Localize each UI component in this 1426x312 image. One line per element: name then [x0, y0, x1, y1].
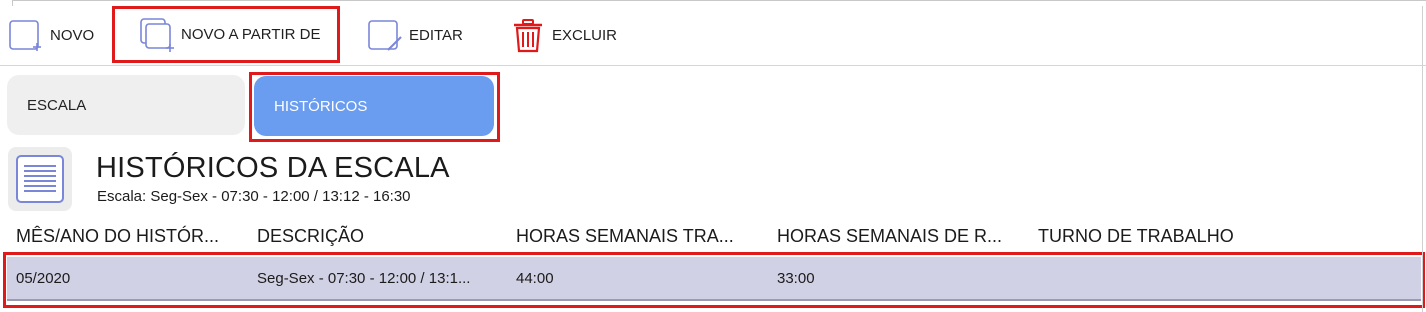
- list-document-icon: [8, 147, 72, 211]
- novo-label: NOVO: [50, 26, 95, 44]
- novo-button[interactable]: NOVO: [8, 6, 94, 64]
- cell-horas-r: 33:00: [777, 270, 815, 287]
- trash-icon: [510, 17, 546, 53]
- cell-horas-trabalho: 44:00: [516, 270, 554, 287]
- toolbar: NOVO NOVO A PARTIR DE EDITAR EXCLUIR: [0, 6, 1426, 66]
- column-header-descricao[interactable]: DESCRIÇÃO: [257, 226, 364, 247]
- novo-a-partir-de-button[interactable]: NOVO A PARTIR DE: [112, 6, 340, 63]
- tab-historicos[interactable]: HISTÓRICOS: [254, 76, 494, 136]
- page-title: HISTÓRICOS DA ESCALA: [96, 152, 450, 184]
- window-right-border: [1422, 6, 1423, 312]
- tab-escala[interactable]: ESCALA: [7, 75, 245, 135]
- excluir-button[interactable]: EXCLUIR: [510, 6, 617, 64]
- page-subtitle: Escala: Seg-Sex - 07:30 - 12:00 / 13:12 …: [97, 188, 411, 205]
- novo-a-partir-de-label: NOVO A PARTIR DE: [181, 26, 321, 43]
- tab-bar: ESCALA HISTÓRICOS: [0, 72, 1426, 142]
- editar-button[interactable]: EDITAR: [367, 6, 463, 64]
- excluir-label: EXCLUIR: [552, 26, 618, 44]
- edit-document-icon: [367, 17, 403, 53]
- tab-historicos-label: HISTÓRICOS: [274, 97, 368, 115]
- copy-add-icon: [139, 17, 175, 53]
- cell-mes-ano: 05/2020: [16, 270, 71, 287]
- column-header-mes-ano[interactable]: MÊS/ANO DO HISTÓR...: [16, 226, 219, 247]
- cell-descricao: Seg-Sex - 07:30 - 12:00 / 13:1...: [257, 270, 471, 287]
- add-document-icon: [8, 17, 44, 53]
- column-header-turno[interactable]: TURNO DE TRABALHO: [1038, 226, 1234, 247]
- table-row[interactable]: 05/2020 Seg-Sex - 07:30 - 12:00 / 13:1..…: [7, 257, 1421, 301]
- editar-label: EDITAR: [409, 26, 463, 44]
- column-header-horas-trabalho[interactable]: HORAS SEMANAIS TRA...: [516, 226, 734, 247]
- tab-escala-label: ESCALA: [27, 96, 87, 114]
- table-header: MÊS/ANO DO HISTÓR... DESCRIÇÃO HORAS SEM…: [0, 226, 1426, 252]
- app-frame: NOVO NOVO A PARTIR DE EDITAR EXCLUIR ESC…: [0, 0, 1426, 312]
- column-header-horas-r[interactable]: HORAS SEMANAIS DE R...: [777, 226, 1002, 247]
